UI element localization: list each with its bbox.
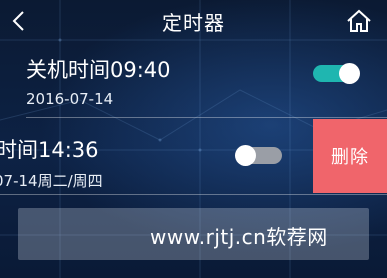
timer-date-label: 07-14周二/周四 bbox=[0, 172, 103, 190]
home-button[interactable] bbox=[346, 9, 372, 33]
page-title: 定时器 bbox=[162, 11, 225, 35]
watermark-text: www.rjtj.cn软荐网 bbox=[150, 225, 328, 249]
divider bbox=[0, 194, 387, 195]
delete-button[interactable]: 删除 bbox=[313, 119, 387, 193]
timer-time-label: 时间14:36 bbox=[0, 138, 99, 162]
home-icon bbox=[347, 9, 371, 32]
timer-date-label: 2016-07-14 bbox=[26, 90, 114, 108]
timer-screen: 定时器 关机时间09:40 2016-07-14 时间14:36 07-14周二… bbox=[0, 0, 387, 278]
timer-toggle-on[interactable] bbox=[313, 63, 360, 84]
divider bbox=[26, 117, 387, 118]
toggle-knob bbox=[339, 63, 360, 84]
timer-time-label: 关机时间09:40 bbox=[26, 58, 171, 82]
toggle-knob bbox=[235, 145, 256, 166]
timer-toggle-off[interactable] bbox=[235, 145, 282, 166]
